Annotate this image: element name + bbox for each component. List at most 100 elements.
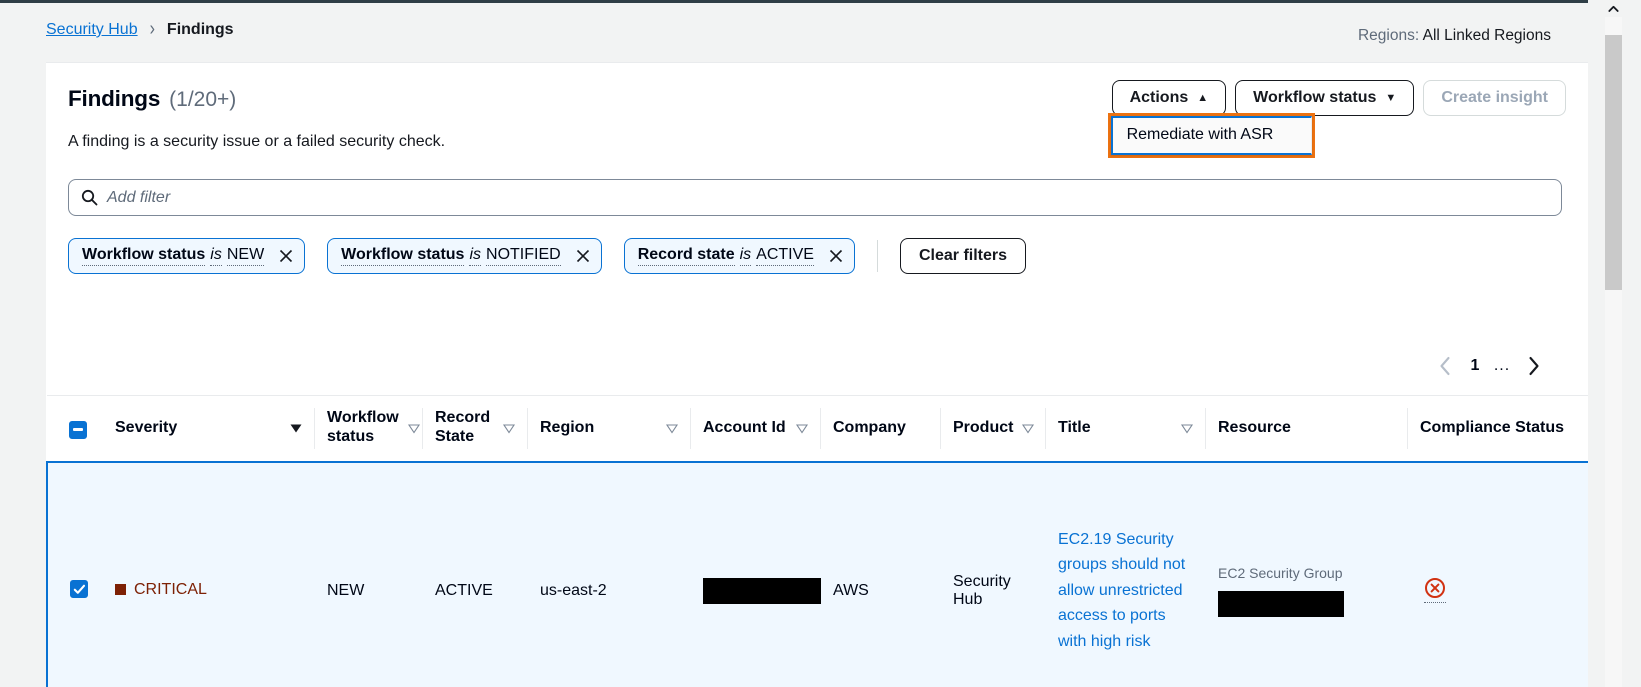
cell-compliance-status [1408, 460, 1588, 687]
pagination-page-1[interactable]: 1 [1462, 357, 1488, 375]
breadcrumb: Security Hub › Findings [46, 19, 234, 40]
compliance-status-badge[interactable] [1424, 577, 1446, 603]
severity-value: CRITICAL [134, 580, 207, 598]
resource-type-label: EC2 Security Group [1218, 564, 1343, 581]
chevron-left-icon [1439, 356, 1450, 376]
table-header-row: Severity Workflow status Record State Re… [47, 395, 1588, 462]
filter-token[interactable]: Workflow status is NEW [68, 238, 306, 274]
token-value: NOTIFIED [486, 246, 561, 266]
clear-filters-button[interactable]: Clear filters [899, 238, 1027, 274]
column-header-record-state[interactable]: Record State [423, 395, 528, 462]
sort-icon[interactable] [795, 421, 809, 435]
column-label-title: Title [1058, 418, 1091, 436]
search-icon [81, 189, 98, 206]
top-bar: Security Hub › Findings [0, 0, 1588, 57]
column-header-compliance-status[interactable]: Compliance Status [1408, 395, 1588, 462]
table-header: Severity Workflow status Record State Re… [47, 395, 1588, 462]
cell-title: EC2.19 Security groups should not allow … [1046, 460, 1206, 687]
token-property: Workflow status [341, 246, 465, 266]
cell-workflow-status: NEW [315, 460, 423, 687]
column-header-company[interactable]: Company [821, 395, 941, 462]
column-header-workflow-status[interactable]: Workflow status [315, 395, 423, 462]
findings-count: (1/20+) [169, 88, 237, 111]
regions-indicator: Regions: All Linked Regions [1358, 27, 1551, 45]
filter-token[interactable]: Workflow status is NOTIFIED [327, 238, 602, 274]
close-icon[interactable] [276, 246, 296, 266]
workflow-status-button[interactable]: Workflow status ▼ [1235, 80, 1415, 116]
row-checkbox[interactable] [70, 580, 88, 599]
actions-button[interactable]: Actions ▲ [1111, 80, 1227, 116]
close-icon[interactable] [573, 246, 593, 266]
actions-button-label: Actions [1129, 89, 1189, 106]
cell-resource: EC2 Security Group [1206, 460, 1408, 687]
column-header-resource[interactable]: Resource [1206, 395, 1408, 462]
chevron-up-icon [1608, 5, 1619, 12]
column-header-severity[interactable]: Severity [103, 395, 315, 462]
regions-value: All Linked Regions [1422, 27, 1551, 44]
failed-status-icon [1425, 578, 1445, 598]
caret-up-icon: ▲ [1197, 91, 1209, 104]
breadcrumb-link-security-hub[interactable]: Security Hub [46, 21, 138, 39]
sort-descending-icon[interactable] [289, 421, 303, 435]
caret-down-icon: ▼ [1385, 91, 1397, 104]
token-operator: is [210, 246, 222, 266]
select-all-checkbox[interactable] [69, 420, 87, 439]
findings-card: Findings (1/20+) A finding is a security… [46, 62, 1588, 687]
column-header-account-id[interactable]: Account Id [691, 395, 821, 462]
account-id-redaction-bar [703, 577, 829, 604]
column-label-severity: Severity [115, 418, 178, 436]
column-header-title[interactable]: Title [1046, 395, 1206, 462]
create-insight-button[interactable]: Create insight [1423, 80, 1566, 116]
cell-account-id [691, 460, 829, 687]
findings-table: Severity Workflow status Record State Re… [46, 395, 1588, 687]
token-value: NEW [226, 246, 265, 266]
column-header-region[interactable]: Region [528, 395, 691, 462]
regions-label: Regions: [1357, 27, 1420, 44]
sort-icon[interactable] [1180, 421, 1194, 435]
vertical-scrollbar[interactable] [1588, 0, 1641, 687]
status-dotted-underline [1424, 602, 1446, 603]
page-subtitle: A finding is a security issue or a faile… [68, 133, 446, 150]
sort-icon[interactable] [407, 421, 421, 435]
column-label-record-state: Record State [435, 409, 491, 446]
findings-page: Security Hub › Findings Regions: All Lin… [0, 0, 1641, 687]
sort-icon[interactable] [1021, 421, 1035, 435]
cell-severity: CRITICAL [103, 460, 315, 687]
actions-menu-wrapper: Actions ▲ Remediate with ASR [1107, 80, 1315, 158]
token-property: Workflow status [82, 246, 206, 266]
search-placeholder: Add filter [107, 188, 171, 206]
token-operator: is [469, 246, 482, 266]
cell-record-state: ACTIVE [423, 460, 528, 687]
page-title-row: Findings (1/20+) [68, 86, 236, 112]
severity-swatch-icon [115, 584, 126, 596]
cell-region: us-east-2 [528, 460, 691, 687]
scrollbar-thumb[interactable] [1605, 35, 1622, 290]
actions-dropdown-highlight: Remediate with ASR [1107, 113, 1315, 158]
pagination-prev-button[interactable] [1428, 349, 1462, 383]
cell-product: Security Hub [941, 460, 1046, 687]
finding-title-link[interactable]: EC2.19 Security groups should not allow … [1058, 531, 1185, 650]
column-label-compliance-status: Compliance Status [1420, 418, 1565, 436]
scrollbar-up-button[interactable] [1605, 0, 1622, 17]
menu-item-remediate-with-asr[interactable]: Remediate with ASR [1113, 118, 1311, 153]
search-input[interactable]: Add filter [68, 179, 1562, 216]
workflow-status-button-label: Workflow status [1253, 89, 1377, 106]
filter-token[interactable]: Record state is ACTIVE [623, 238, 855, 274]
pagination-next-button[interactable] [1516, 349, 1550, 383]
select-all-header [47, 395, 103, 462]
filter-tokens: Workflow status is NEW Workflow status i… [68, 238, 1027, 274]
row-select-cell [46, 460, 103, 687]
column-header-product[interactable]: Product [941, 395, 1046, 462]
checkmark-icon [73, 584, 85, 594]
token-divider [876, 240, 878, 272]
table-row[interactable]: CRITICAL NEW ACTIVE us-east-2 AWS Securi… [46, 460, 1588, 687]
close-icon[interactable] [826, 246, 846, 266]
column-label-workflow-status: Workflow status [327, 409, 399, 446]
card-header: Findings (1/20+) A finding is a security… [46, 63, 1588, 223]
breadcrumb-current-findings: Findings [166, 21, 234, 38]
chevron-right-icon [1528, 356, 1539, 376]
sort-icon[interactable] [665, 421, 679, 435]
column-label-resource: Resource [1218, 418, 1291, 436]
page-title: Findings [68, 86, 161, 111]
sort-icon[interactable] [502, 421, 516, 435]
